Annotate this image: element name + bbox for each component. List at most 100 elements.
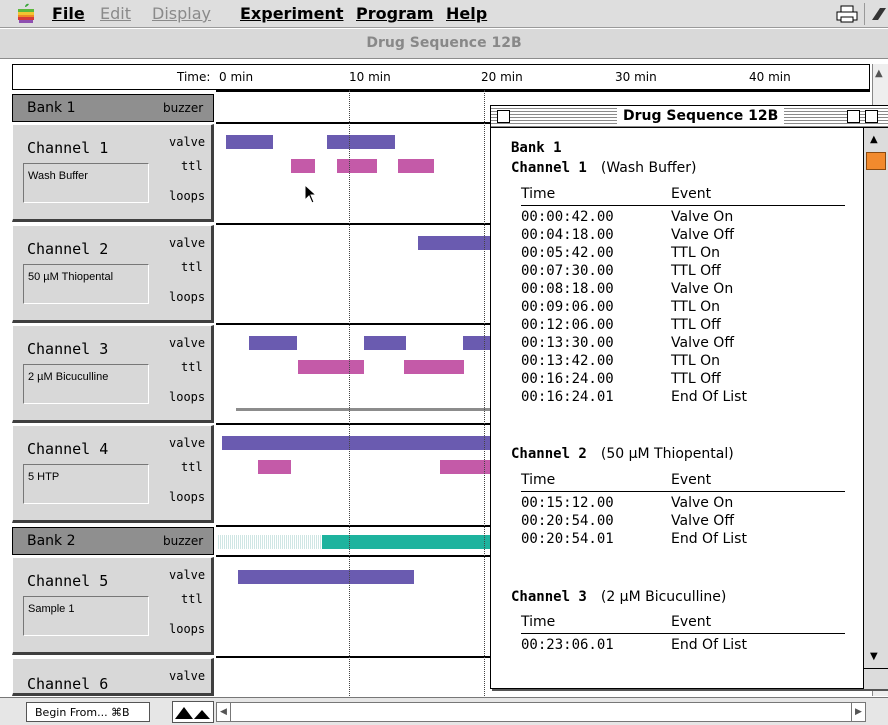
apple-menu-icon[interactable] xyxy=(15,2,37,24)
event-time: 00:13:30.00 xyxy=(521,335,614,351)
valve-event-bar[interactable] xyxy=(222,436,498,450)
valve-event-bar[interactable] xyxy=(249,336,297,350)
zoom-mountains-icon[interactable] xyxy=(172,701,214,723)
channel-name: Channel 3 xyxy=(27,340,109,358)
event-type: TTL Off xyxy=(671,371,721,387)
scroll-right-arrow-icon[interactable]: ▶ xyxy=(851,703,865,721)
channel-name: Channel 4 xyxy=(27,440,109,458)
event-type: Valve Off xyxy=(671,227,734,243)
application-icon[interactable] xyxy=(870,6,888,22)
event-channel-description: (Wash Buffer) xyxy=(600,160,697,176)
event-type: End Of List xyxy=(671,637,747,653)
close-box-icon[interactable] xyxy=(497,110,510,123)
event-column-header: Event xyxy=(671,186,712,202)
ruler-tick-30: 30 min xyxy=(615,70,657,84)
channel-description-field[interactable]: 2 µM Bicuculline xyxy=(23,364,149,404)
begin-from-button[interactable]: Begin From... ⌘B xyxy=(26,702,150,722)
event-window-title: Drug Sequence 12B xyxy=(617,108,785,124)
valve-event-bar[interactable] xyxy=(418,236,498,250)
event-table-header: Time Event xyxy=(521,614,845,634)
channel-5-panel[interactable]: Channel 5 valve ttl loops Sample 1 xyxy=(12,557,214,655)
event-column-header: Event xyxy=(671,472,712,488)
menu-program[interactable]: Program xyxy=(356,4,433,23)
ruler-tick-20: 20 min xyxy=(481,70,523,84)
valve-label: valve xyxy=(169,236,206,250)
event-time: 00:16:24.01 xyxy=(521,389,614,405)
event-channel-1-heading: Channel 1 (Wash Buffer) xyxy=(511,160,696,176)
valve-event-bar[interactable] xyxy=(327,135,395,149)
channel-3-panel[interactable]: Channel 3 valve ttl loops 2 µM Bicuculli… xyxy=(12,325,214,423)
resize-grip-icon[interactable] xyxy=(863,668,888,689)
bank-2-header[interactable]: Bank 2 buzzer xyxy=(12,527,214,555)
menu-help[interactable]: Help xyxy=(446,4,487,23)
channel-name: Channel 6 xyxy=(27,675,109,693)
buzzer-label: buzzer xyxy=(163,534,204,548)
event-bank-heading: Bank 1 xyxy=(511,140,562,156)
event-time: 00:20:54.00 xyxy=(521,513,614,529)
window-title: Drug Sequence 12B xyxy=(366,35,522,51)
event-type: TTL Off xyxy=(671,263,721,279)
window-title-bar[interactable]: Drug Sequence 12B xyxy=(0,29,888,59)
scroll-up-arrow-icon[interactable]: ▲ xyxy=(870,134,878,145)
event-type: End Of List xyxy=(671,531,747,547)
menu-file[interactable]: File xyxy=(52,4,85,23)
bank-label: Bank 1 xyxy=(27,100,76,116)
event-window-vertical-scrollbar[interactable]: ▲ ▼ xyxy=(863,128,888,668)
scroll-thumb[interactable] xyxy=(866,152,886,170)
channel-4-panel[interactable]: Channel 4 valve ttl loops 5 HTP xyxy=(12,425,214,523)
scroll-down-arrow-icon[interactable]: ▼ xyxy=(870,651,878,662)
valve-event-bar[interactable] xyxy=(226,135,273,149)
time-column-header: Time xyxy=(521,614,556,630)
buzzer-pending-segment[interactable] xyxy=(218,535,322,549)
time-gridline-20 xyxy=(484,90,485,696)
ttl-label: ttl xyxy=(181,159,203,173)
horizontal-scrollbar[interactable]: ◀ ▶ xyxy=(216,702,866,722)
event-list-window[interactable]: Drug Sequence 12B Bank 1 Channel 1 (Wash … xyxy=(490,105,888,689)
collapse-box-icon[interactable] xyxy=(865,110,878,123)
ruler-tick-10: 10 min xyxy=(349,70,391,84)
valve-event-bar[interactable] xyxy=(238,570,414,584)
valve-label: valve xyxy=(169,669,206,683)
channel-description-field[interactable]: Wash Buffer xyxy=(23,163,149,203)
event-table-header: Time Event xyxy=(521,472,845,492)
channel-6-panel[interactable]: Channel 6 valve xyxy=(12,658,214,696)
channel-description-field[interactable]: 5 HTP xyxy=(23,464,149,504)
event-time: 00:04:18.00 xyxy=(521,227,614,243)
channel-name: Channel 1 xyxy=(27,139,109,157)
event-channel-description: (2 µM Bicuculline) xyxy=(600,589,727,605)
channel-2-panel[interactable]: Channel 2 valve ttl loops 50 µM Thiopent… xyxy=(12,225,214,323)
channel-description-field[interactable]: Sample 1 xyxy=(23,596,149,636)
scroll-up-arrow-icon[interactable]: ▲ xyxy=(875,68,883,79)
time-column-header: Time xyxy=(521,472,556,488)
menu-experiment[interactable]: Experiment xyxy=(240,4,344,23)
event-window-title-bar[interactable]: Drug Sequence 12B xyxy=(491,106,888,128)
ttl-event-bar[interactable] xyxy=(298,360,364,374)
event-time: 00:23:06.01 xyxy=(521,637,614,653)
bank-label: Bank 2 xyxy=(27,533,76,549)
zoom-box-icon[interactable] xyxy=(847,110,860,123)
channel-description-field[interactable]: 50 µM Thiopental xyxy=(23,264,149,304)
menu-edit[interactable]: Edit xyxy=(100,4,131,23)
ttl-event-bar[interactable] xyxy=(291,159,315,173)
event-type: TTL On xyxy=(671,353,720,369)
menu-display[interactable]: Display xyxy=(152,4,211,23)
event-list-content: Bank 1 Channel 1 (Wash Buffer) Time Event … xyxy=(497,134,853,682)
bank-1-header[interactable]: Bank 1 buzzer xyxy=(12,94,214,122)
ttl-event-bar[interactable] xyxy=(398,159,434,173)
ttl-event-bar[interactable] xyxy=(404,360,464,374)
printer-icon[interactable] xyxy=(836,5,858,23)
event-column-header: Event xyxy=(671,614,712,630)
valve-event-bar[interactable] xyxy=(364,336,406,350)
loop-indicator[interactable] xyxy=(236,408,496,411)
event-time: 00:16:24.00 xyxy=(521,371,614,387)
channel-1-panel[interactable]: Channel 1 valve ttl loops Wash Buffer xyxy=(12,124,214,222)
event-type: Valve On xyxy=(671,281,734,297)
time-label: Time: xyxy=(177,70,211,84)
ttl-event-bar[interactable] xyxy=(258,460,291,474)
ttl-event-bar[interactable] xyxy=(337,159,377,173)
event-type: TTL On xyxy=(671,299,720,315)
event-channel-3-heading: Channel 3 (2 µM Bicuculline) xyxy=(511,589,726,605)
time-gridline-10 xyxy=(349,90,350,696)
event-channel-2-heading: Channel 2 (50 µM Thiopental) xyxy=(511,446,734,462)
scroll-left-arrow-icon[interactable]: ◀ xyxy=(217,703,231,721)
